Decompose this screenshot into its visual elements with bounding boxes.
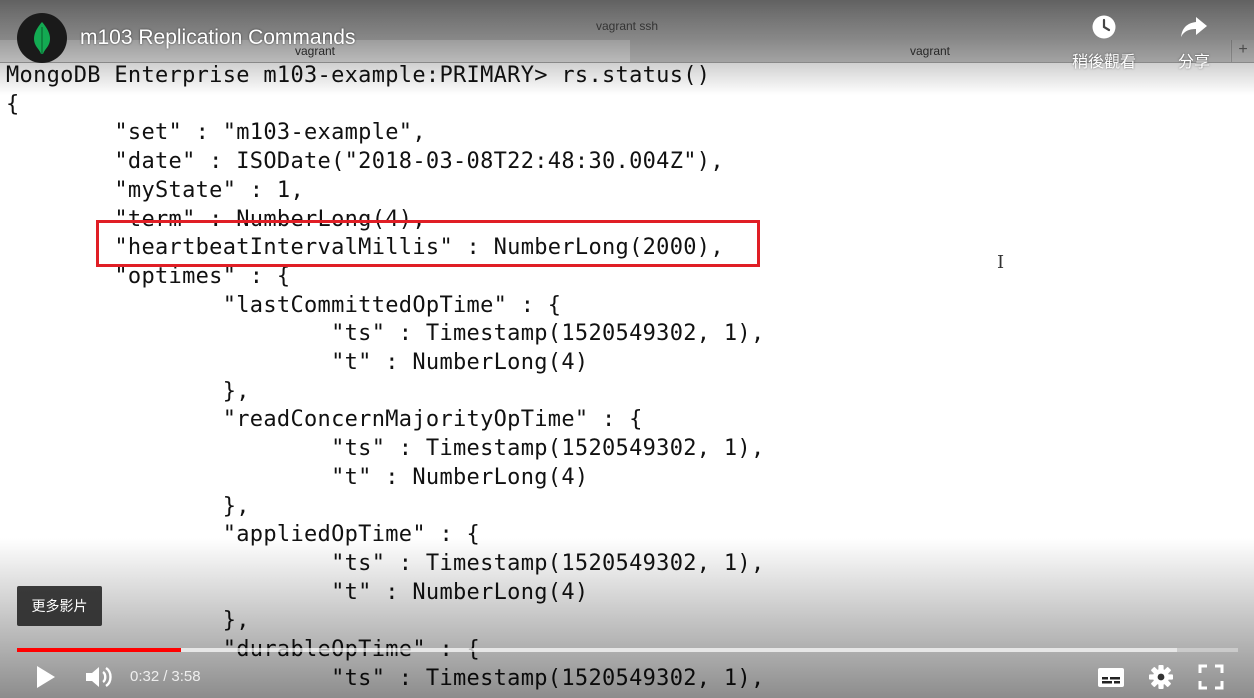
- watch-later-label: 稍後觀看: [1071, 54, 1136, 71]
- terminal-line: {: [6, 91, 20, 117]
- terminal-line: "ts" : Timestamp(1520549302, 1),: [6, 665, 765, 691]
- volume-button[interactable]: [83, 662, 117, 692]
- terminal-line: },: [6, 493, 250, 519]
- terminal-line: "optimes" : {: [6, 263, 291, 289]
- highlight-box: [96, 220, 760, 267]
- duration: 3:58: [171, 668, 201, 685]
- video-player[interactable]: vagrant ssh vagrant vagrant + MongoDB En…: [0, 0, 1254, 698]
- terminal-line: "myState" : 1,: [6, 177, 304, 203]
- channel-avatar[interactable]: [17, 13, 67, 63]
- terminal-line: "ts" : Timestamp(1520549302, 1),: [6, 550, 765, 576]
- time-separator: /: [163, 668, 168, 685]
- current-time: 0:32: [130, 668, 160, 685]
- terminal-line: "t" : NumberLong(4): [6, 350, 589, 375]
- captions-icon: [1098, 668, 1124, 687]
- fullscreen-icon: [1198, 664, 1224, 690]
- terminal-line: "t" : NumberLong(4): [6, 464, 589, 490]
- time-display: 0:32/3:58: [130, 668, 201, 685]
- progress-loaded: [17, 648, 1177, 652]
- terminal-line: "date" : ISODate("2018-03-08T22:48:30.00…: [6, 149, 724, 175]
- captions-button[interactable]: [1096, 662, 1126, 692]
- share-button[interactable]: 分享: [1154, 14, 1234, 72]
- play-button[interactable]: [30, 662, 62, 692]
- terminal-line: "readConcernMajorityOpTime" : {: [6, 407, 643, 433]
- clock-icon: [1092, 15, 1116, 39]
- progress-played: [17, 648, 181, 652]
- share-label: 分享: [1177, 54, 1210, 71]
- settings-gear-icon: [1149, 665, 1173, 689]
- terminal-line: },: [6, 378, 250, 404]
- volume-icon: [86, 667, 112, 687]
- share-arrow-icon: [1181, 17, 1207, 37]
- terminal-output: MongoDB Enterprise m103-example:PRIMARY>…: [6, 62, 1254, 698]
- settings-button[interactable]: [1146, 662, 1176, 692]
- video-title[interactable]: m103 Replication Commands: [80, 26, 355, 50]
- mongodb-leaf-icon: [34, 22, 50, 54]
- terminal-line: "ts" : Timestamp(1520549302, 1),: [6, 321, 765, 347]
- terminal-line: "appliedOpTime" : {: [6, 522, 481, 548]
- play-icon: [37, 666, 55, 688]
- terminal-add-tab-icon: +: [1231, 40, 1254, 62]
- terminal-line: "lastCommittedOpTime" : {: [6, 292, 562, 318]
- progress-bar[interactable]: [17, 648, 1238, 652]
- terminal-line: "ts" : Timestamp(1520549302, 1),: [6, 436, 765, 462]
- fullscreen-button[interactable]: [1196, 662, 1226, 692]
- text-cursor-icon: I: [997, 252, 1005, 273]
- terminal-line: MongoDB Enterprise m103-example:PRIMARY>…: [6, 63, 711, 88]
- more-videos-button[interactable]: 更多影片: [17, 586, 102, 626]
- terminal-line: "set" : "m103-example",: [6, 120, 426, 146]
- watch-later-button[interactable]: 稍後觀看: [1064, 14, 1144, 72]
